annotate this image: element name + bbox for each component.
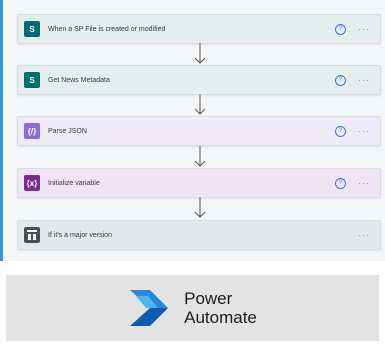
step-title: Initialize variable <box>48 179 100 187</box>
more-options-icon[interactable]: ··· <box>358 230 370 240</box>
sharepoint-icon: S <box>24 21 40 37</box>
connector-arrow <box>194 146 206 167</box>
brand-name: Power Automate <box>174 289 257 327</box>
power-automate-logo-icon <box>130 290 169 326</box>
data-operation-icon: {/} <box>24 123 40 139</box>
step-title: When a SP File is created or modified <box>48 25 166 33</box>
sharepoint-icon: S <box>24 72 40 88</box>
power-automate-branding: Power Automate <box>6 275 379 341</box>
brand-line-1: Power <box>184 289 233 308</box>
flow-step-trigger[interactable]: S When a SP File is created or modified … <box>17 14 381 44</box>
more-options-icon[interactable]: ··· <box>358 178 370 188</box>
flow-step-parse-json[interactable]: {/} Parse JSON ? ··· <box>17 116 381 146</box>
more-options-icon[interactable]: ··· <box>358 126 370 136</box>
step-title: If it's a major version <box>48 231 112 239</box>
help-icon[interactable]: ? <box>335 74 346 86</box>
step-title: Get News Metadata <box>48 76 110 84</box>
more-options-icon[interactable]: ··· <box>358 75 370 85</box>
connector-arrow <box>194 197 206 218</box>
help-icon[interactable]: ? <box>335 177 346 189</box>
condition-icon <box>24 227 40 243</box>
flow-step-initialize-variable[interactable]: {x} Initialize variable ? ··· <box>17 168 381 198</box>
help-icon[interactable]: ? <box>335 125 346 137</box>
flow-designer-canvas: S When a SP File is created or modified … <box>0 0 385 261</box>
connector-arrow <box>194 43 206 64</box>
brand-line-2: Automate <box>184 308 257 327</box>
connector-arrow <box>194 94 206 115</box>
more-options-icon[interactable]: ··· <box>358 24 370 34</box>
flow-step-get-news-metadata[interactable]: S Get News Metadata ? ··· <box>17 65 381 95</box>
variable-icon: {x} <box>24 175 40 191</box>
flow-step-condition[interactable]: If it's a major version ··· <box>17 220 381 250</box>
help-icon[interactable]: ? <box>335 23 346 35</box>
step-title: Parse JSON <box>48 127 87 135</box>
